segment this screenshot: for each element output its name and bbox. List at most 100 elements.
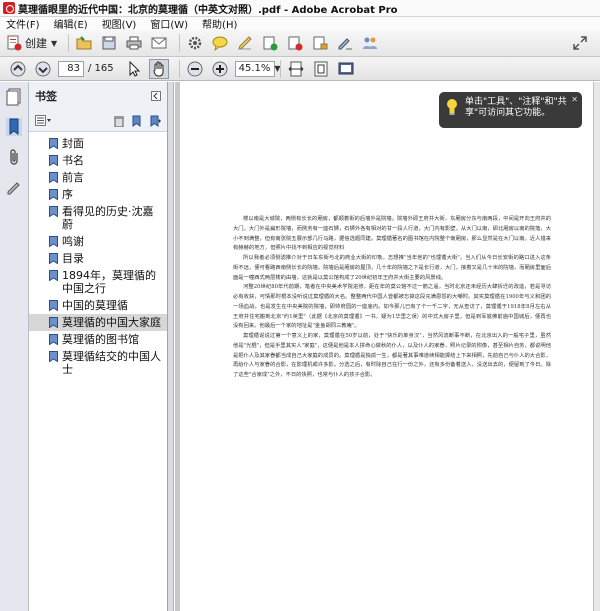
envelope-icon — [151, 37, 167, 49]
printer-icon — [126, 36, 142, 50]
title-bar: 莫理循眼里的近代中国：北京的莫理循（中英文对照）.pdf - Adobe Acr… — [0, 0, 600, 17]
bookmark-label: 前言 — [62, 171, 84, 184]
bookmark-item[interactable]: 书名 — [29, 152, 167, 169]
folder-open-icon — [76, 36, 92, 50]
toolbar-divider — [179, 34, 181, 52]
bookmark-item[interactable]: 序 — [29, 186, 167, 203]
signature-pen-icon[interactable] — [6, 178, 22, 196]
zoom-level-value: 45.1% — [238, 62, 271, 74]
menu-help[interactable]: 帮助(H) — [202, 16, 237, 31]
menu-file[interactable]: 文件(F) — [6, 16, 40, 31]
paragraph: 所以我者必须侧滤推介对于日车东街与北的商业大街的印象。志想推"当年他的"也理循大… — [233, 255, 551, 281]
toolbar-divider — [178, 59, 180, 78]
navigation-pane — [0, 82, 29, 611]
zoom-in-button[interactable] — [210, 59, 230, 79]
main-toolbar: 创建 ▼ — [0, 30, 600, 57]
print-button[interactable] — [124, 33, 144, 53]
fit-width-button[interactable] — [286, 59, 306, 79]
save-icon — [102, 36, 116, 50]
bookmark-item[interactable]: 1894年，莫理循的中国之行 — [29, 267, 167, 297]
collapse-panel-icon[interactable] — [151, 91, 161, 101]
next-page-button[interactable] — [33, 59, 53, 79]
new-bookmark-icon[interactable] — [131, 115, 143, 127]
read-mode-button[interactable] — [336, 59, 356, 79]
collab-button[interactable] — [360, 33, 380, 53]
save-button[interactable] — [99, 33, 119, 53]
fit-width-icon — [288, 61, 303, 76]
bookmark-item[interactable]: 看得见的历史·沈嘉蔚 — [29, 203, 167, 233]
window-title: 莫理循眼里的近代中国：北京的莫理循（中英文对照）.pdf - Adobe Acr… — [18, 4, 398, 16]
sign-button[interactable] — [310, 33, 330, 53]
highlighter-icon — [238, 36, 252, 50]
bookmarks-icon[interactable] — [6, 118, 22, 136]
bookmark-item[interactable]: 封面 — [29, 135, 167, 152]
zoom-out-button[interactable] — [185, 59, 205, 79]
select-tool-button[interactable] — [124, 59, 144, 79]
paperclip-icon[interactable] — [6, 148, 22, 166]
bookmark-icon — [49, 351, 58, 362]
bookmark-icon — [49, 270, 58, 281]
vertical-scrollbar[interactable] — [593, 82, 600, 611]
toolbar-divider — [279, 59, 281, 78]
hand-tool-button[interactable] — [148, 58, 169, 79]
bookmark-item[interactable]: 鸣谢 — [29, 233, 167, 250]
bookmark-item[interactable]: 目录 — [29, 250, 167, 267]
menu-window[interactable]: 窗口(W) — [150, 16, 188, 31]
bookmark-label: 1894年，莫理循的中国之行 — [62, 269, 156, 295]
share-button[interactable] — [335, 33, 355, 53]
options-menu-icon[interactable] — [35, 114, 51, 127]
bookmarks-list: 封面书名前言序看得见的历史·沈嘉蔚 鸣谢 目录 1894年，莫理循的中国之行中国的莫理… — [29, 132, 167, 378]
page-text: 楼以南是大城院，两侧有长长的厢房，都顺着街的后墙外是院墙。院墙外即王府井大街，东… — [233, 215, 551, 381]
email-button[interactable] — [149, 33, 169, 53]
comment-bubble-icon — [212, 36, 228, 51]
trash-icon[interactable] — [113, 115, 125, 127]
bookmarks-toolbar — [29, 110, 167, 132]
cursor-arrow-icon — [129, 60, 140, 77]
bookmark-icon — [49, 138, 58, 149]
read-mode-icon — [338, 62, 354, 74]
bookmark-item[interactable]: 莫理循的中国大家庭 — [29, 314, 167, 331]
fit-page-button[interactable] — [311, 59, 331, 79]
bookmark-label: 中国的莫理循 — [62, 299, 128, 312]
bookmark-label: 莫理循的中国大家庭 — [62, 316, 161, 329]
hand-icon — [153, 61, 164, 76]
expand-button[interactable] — [570, 33, 590, 53]
bookmark-item[interactable]: 莫理循结交的中国人士 — [29, 348, 167, 378]
page-number-input[interactable]: 83 — [58, 60, 84, 77]
highlight-button[interactable] — [235, 33, 255, 53]
menu-edit[interactable]: 编辑(E) — [54, 16, 88, 31]
create-button[interactable]: 创建 ▼ — [6, 35, 57, 51]
menu-view[interactable]: 视图(V) — [102, 16, 137, 31]
minus-circle-icon — [187, 61, 203, 76]
people-icon — [363, 37, 378, 49]
document-delete-icon — [288, 36, 303, 51]
bookmark-label: 序 — [62, 188, 73, 201]
bookmark-icon — [49, 253, 58, 264]
panel-splitter[interactable] — [168, 82, 174, 611]
stamp-button[interactable] — [285, 33, 305, 53]
zoom-level-select[interactable]: 45.1% ▼ — [234, 60, 281, 77]
sign-pen-icon — [338, 38, 353, 50]
bookmark-label: 书名 — [62, 154, 84, 167]
attach-button[interactable] — [260, 33, 280, 53]
bookmark-label: 莫理循的图书馆 — [62, 333, 139, 346]
previous-page-button[interactable] — [8, 59, 28, 79]
expand-bookmark-icon[interactable] — [149, 115, 161, 127]
menu-bar: 文件(F) 编辑(E) 视图(V) 窗口(W) 帮助(H) — [0, 16, 600, 31]
bookmark-item[interactable]: 前言 — [29, 169, 167, 186]
bookmark-item[interactable]: 中国的莫理循 — [29, 297, 167, 314]
page-thumbnails-icon[interactable] — [6, 88, 22, 106]
settings-button[interactable] — [185, 33, 205, 53]
bookmark-item[interactable]: 莫理循的图书馆 — [29, 331, 167, 348]
bookmark-icon — [49, 317, 58, 328]
open-button[interactable] — [74, 33, 94, 53]
pdf-page: 楼以南是大城院，两侧有长长的厢房，都顺着街的后墙外是院墙。院墙外即王府井大街，东… — [180, 82, 593, 611]
chevron-down-icon: ▼ — [51, 38, 58, 48]
arrow-up-circle-icon — [10, 61, 26, 76]
document-lock-icon — [313, 36, 328, 50]
bookmark-icon — [49, 236, 58, 247]
close-icon[interactable]: ✕ — [571, 94, 578, 105]
comment-button[interactable] — [210, 33, 230, 53]
toolbar-divider — [68, 34, 70, 52]
gear-icon — [188, 36, 202, 50]
